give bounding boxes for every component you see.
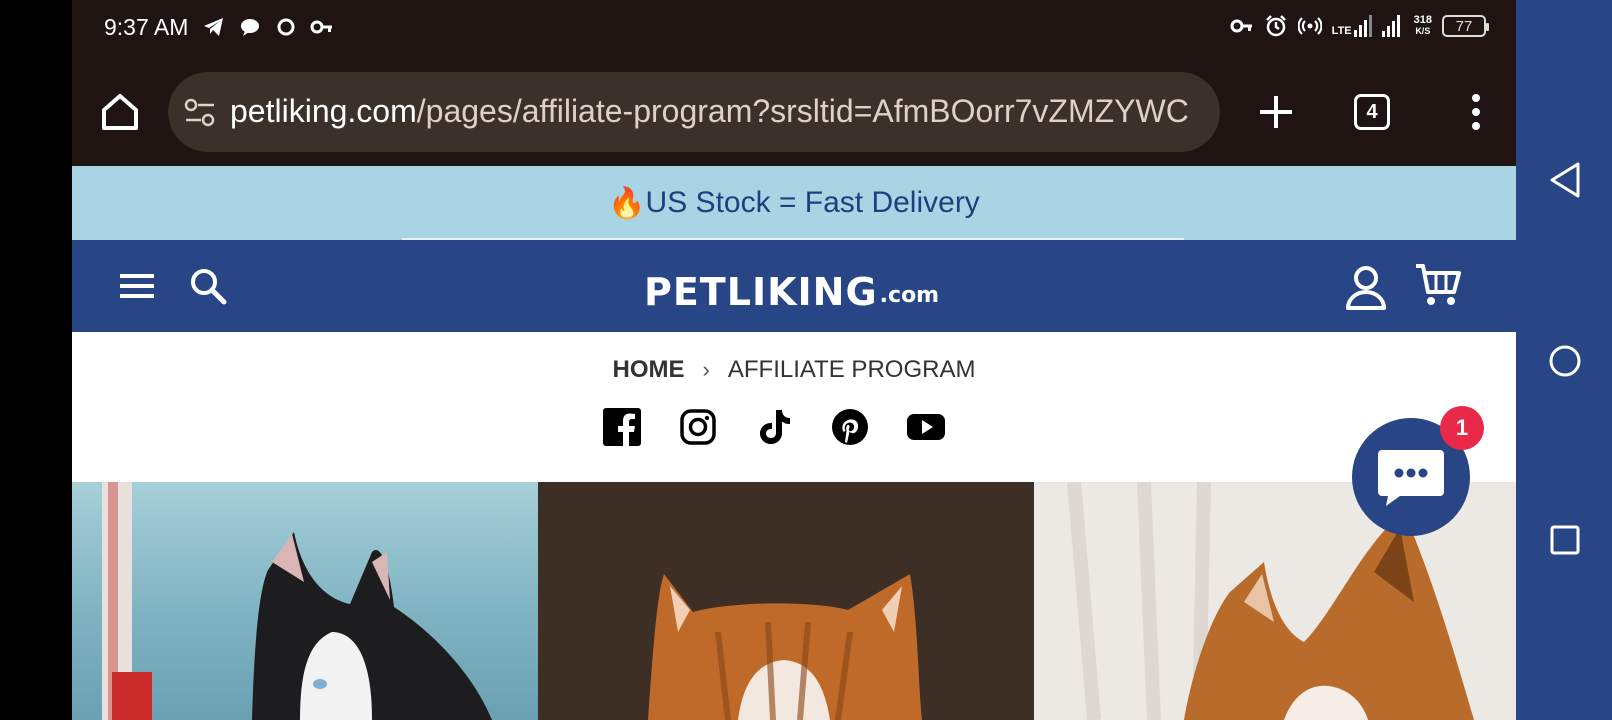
url-domain: petliking.com xyxy=(230,93,417,129)
breadcrumb-home[interactable]: HOME xyxy=(613,356,685,384)
facebook-icon[interactable] xyxy=(603,408,641,446)
lte-signal: LTE xyxy=(1332,15,1372,37)
pinterest-icon[interactable] xyxy=(831,408,869,446)
social-links xyxy=(603,408,945,446)
status-left-icons xyxy=(202,15,334,39)
status-time: 9:37 AM xyxy=(104,14,189,40)
account-icon[interactable] xyxy=(1344,264,1388,310)
breadcrumb-separator: › xyxy=(702,357,710,382)
menu-icon[interactable] xyxy=(120,272,154,300)
speed-unit: K/S xyxy=(1415,26,1431,36)
logo-suffix: .com xyxy=(879,283,940,308)
announcement-text: US Stock = Fast Delivery xyxy=(645,186,980,219)
site-logo[interactable]: PETLIKING .com xyxy=(644,260,939,316)
badge-count: 1 xyxy=(1455,415,1469,440)
husky-illustration xyxy=(102,482,492,720)
device-screen: 9:37 AM LTE 318 K/S 77 petliking.com/pag… xyxy=(0,0,1612,720)
chat-icon xyxy=(1378,450,1444,506)
breadcrumb: HOME › AFFILIATE PROGRAM xyxy=(72,356,1516,384)
sync-icon xyxy=(277,18,295,36)
address-bar[interactable]: petliking.com/pages/affiliate-program?sr… xyxy=(168,72,1220,152)
home-icon[interactable] xyxy=(96,88,144,136)
status-bar: 9:37 AM LTE 318 K/S 77 xyxy=(72,0,1516,56)
signal-bars-icon xyxy=(1353,15,1372,37)
battery-level: 77 xyxy=(1455,17,1473,35)
search-icon[interactable] xyxy=(188,266,228,306)
status-right-icons: LTE 318 K/S 77 xyxy=(1230,14,1489,38)
cat-photo xyxy=(538,482,1034,720)
logo-text: PETLIKING xyxy=(644,270,878,314)
system-nav-bar xyxy=(1516,0,1612,720)
site-header: PETLIKING .com xyxy=(72,240,1516,332)
announcement-bar[interactable]: 🔥 US Stock = Fast Delivery xyxy=(72,166,1516,240)
recent-apps-icon[interactable] xyxy=(1549,524,1581,556)
chat-bubble-icon xyxy=(241,19,259,36)
home-nav-icon[interactable] xyxy=(1548,344,1582,378)
phone-viewport: 9:37 AM LTE 318 K/S 77 petliking.com/pag… xyxy=(72,0,1516,720)
husky-photo xyxy=(72,482,538,720)
browser-toolbar: petliking.com/pages/affiliate-program?sr… xyxy=(72,56,1516,166)
cart-icon[interactable] xyxy=(1414,262,1462,308)
more-options-icon[interactable] xyxy=(1464,88,1488,136)
fire-emoji: 🔥 xyxy=(608,186,646,220)
tab-count: 4 xyxy=(1366,100,1378,123)
network-type: LTE xyxy=(1331,25,1352,37)
tab-switcher-button[interactable]: 4 xyxy=(1354,94,1390,130)
key-icon xyxy=(310,20,332,34)
net-speed: 318 K/S xyxy=(1414,15,1432,37)
vpn-key-icon xyxy=(1230,19,1252,33)
tiktok-icon[interactable] xyxy=(755,408,793,446)
instagram-icon[interactable] xyxy=(679,408,717,446)
cat-illustration xyxy=(648,574,922,720)
telegram-icon xyxy=(204,18,223,36)
site-settings-icon[interactable] xyxy=(184,98,216,128)
breadcrumb-current: AFFILIATE PROGRAM xyxy=(727,356,976,383)
url-text[interactable]: petliking.com/pages/affiliate-program?sr… xyxy=(230,93,1189,130)
hotspot-icon xyxy=(1297,17,1322,35)
back-icon[interactable] xyxy=(1548,160,1582,200)
new-tab-icon[interactable] xyxy=(1252,88,1300,136)
youtube-icon[interactable] xyxy=(907,408,945,446)
alarm-icon xyxy=(1265,15,1286,37)
battery-indicator: 77 xyxy=(1442,15,1489,37)
url-path: /pages/affiliate-program?srsltid=AfmBOor… xyxy=(416,93,1189,129)
signal-icon xyxy=(1381,15,1400,37)
chat-notification-badge: 1 xyxy=(1440,406,1484,450)
speed-value: 318 xyxy=(1413,14,1432,26)
